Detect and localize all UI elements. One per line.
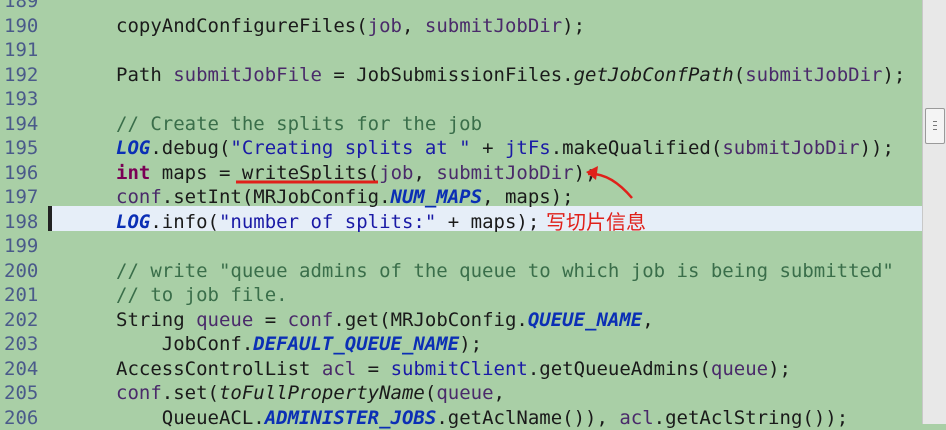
scrollbar-thumb[interactable] [925, 108, 945, 144]
grip-line [933, 121, 937, 122]
arrow-head [586, 166, 598, 180]
vertical-scrollbar[interactable] [922, 0, 946, 424]
grip-line [933, 129, 937, 130]
grip-line [933, 125, 937, 126]
annotation-overlay [0, 0, 946, 424]
